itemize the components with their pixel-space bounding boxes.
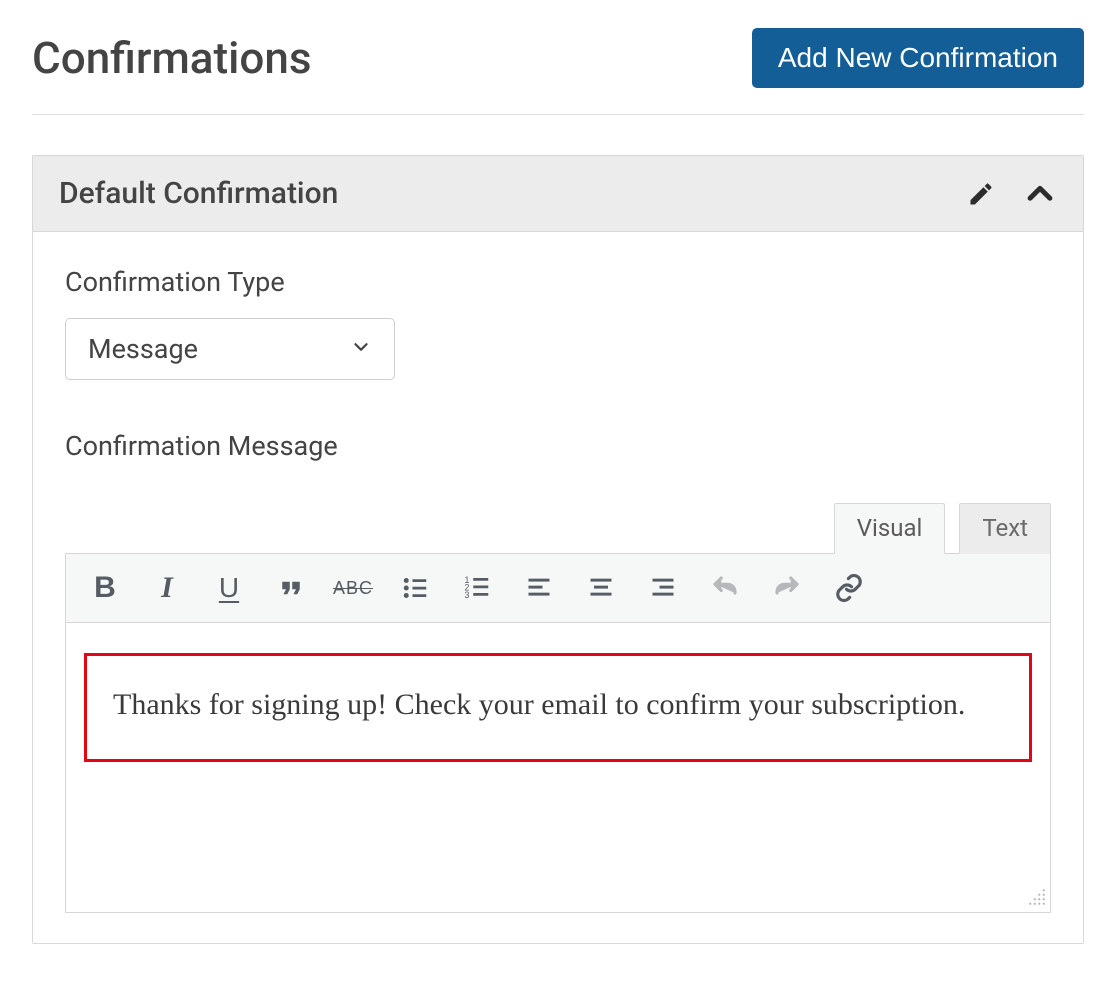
svg-text:3: 3	[465, 590, 470, 600]
confirmation-type-label: Confirmation Type	[65, 266, 1051, 298]
link-button[interactable]	[818, 562, 880, 614]
confirmation-type-value: Message	[88, 333, 350, 365]
edit-icon[interactable]	[967, 180, 995, 208]
add-new-confirmation-button[interactable]: Add New Confirmation	[752, 28, 1084, 88]
confirmation-panel: Default Confirmation Confirmation Type M…	[32, 155, 1084, 944]
align-left-button[interactable]	[508, 562, 570, 614]
confirmation-message-label: Confirmation Message	[65, 430, 1051, 462]
editor-toolbar: B I U ABC 123	[65, 553, 1051, 623]
align-right-button[interactable]	[632, 562, 694, 614]
redo-button[interactable]	[756, 562, 818, 614]
collapse-icon[interactable]	[1023, 177, 1057, 211]
bullet-list-button[interactable]	[384, 562, 446, 614]
panel-title: Default Confirmation	[59, 176, 338, 211]
confirmation-message-text[interactable]: Thanks for signing up! Check your email …	[84, 653, 1032, 762]
italic-button[interactable]: I	[136, 562, 198, 614]
editor-tabs: Visual Text	[65, 502, 1051, 553]
panel-body: Confirmation Type Message Confirmation M…	[33, 232, 1083, 943]
panel-header: Default Confirmation	[33, 156, 1083, 232]
tab-text[interactable]: Text	[959, 503, 1051, 554]
page-header: Confirmations Add New Confirmation	[32, 28, 1084, 115]
tab-visual[interactable]: Visual	[834, 503, 946, 554]
align-center-button[interactable]	[570, 562, 632, 614]
chevron-down-icon	[350, 336, 372, 362]
confirmation-type-select[interactable]: Message	[65, 318, 395, 380]
strikethrough-button[interactable]: ABC	[322, 562, 384, 614]
bold-button[interactable]: B	[74, 562, 136, 614]
underline-button[interactable]: U	[198, 562, 260, 614]
blockquote-button[interactable]	[260, 562, 322, 614]
resize-handle-icon[interactable]	[1028, 888, 1046, 910]
undo-button[interactable]	[694, 562, 756, 614]
rich-text-editor: Visual Text B I U ABC 123	[65, 502, 1051, 913]
page-title: Confirmations	[32, 32, 311, 84]
numbered-list-button[interactable]: 123	[446, 562, 508, 614]
editor-content-area[interactable]: Thanks for signing up! Check your email …	[65, 623, 1051, 913]
